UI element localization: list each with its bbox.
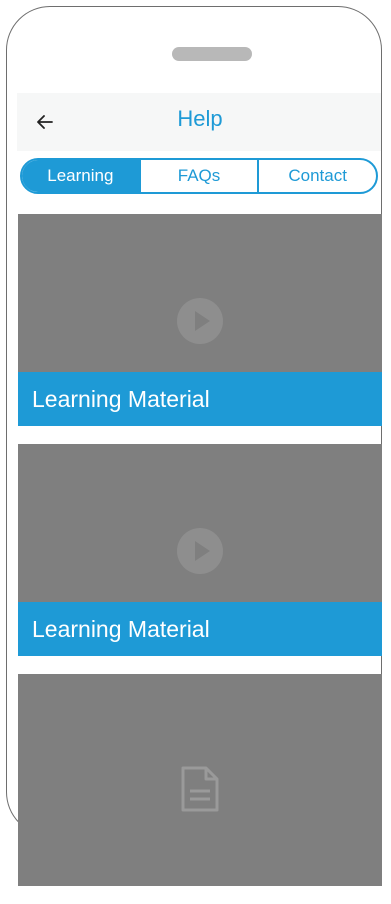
document-card[interactable]	[18, 674, 382, 886]
play-icon	[177, 298, 223, 344]
tab-faqs[interactable]: FAQs	[138, 160, 258, 192]
learning-card[interactable]: Learning Material	[18, 214, 382, 426]
tab-contact[interactable]: Contact	[257, 160, 376, 192]
speaker-grille	[172, 47, 252, 61]
learning-card[interactable]: Learning Material	[18, 444, 382, 656]
card-caption: Learning Material	[18, 372, 382, 426]
app-bar: Help	[17, 93, 381, 151]
page-title: Help	[177, 106, 223, 131]
play-icon	[177, 528, 223, 574]
card-caption: Learning Material	[18, 602, 382, 656]
segmented-tabs: Learning FAQs Contact	[20, 158, 378, 194]
learning-list: Learning Material Learning Material	[18, 214, 382, 904]
tab-learning[interactable]: Learning	[22, 160, 139, 192]
document-icon	[181, 766, 219, 812]
